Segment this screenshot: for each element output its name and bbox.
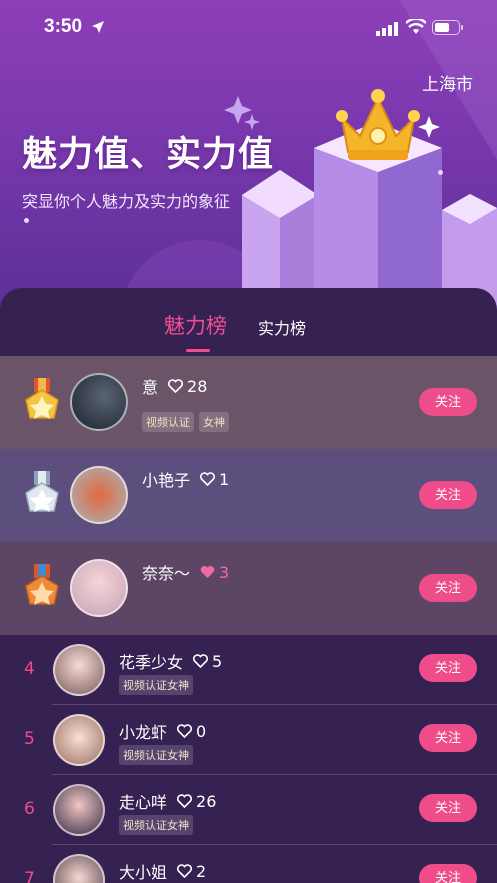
status-bar: 3:50	[0, 0, 497, 56]
verified-tag: 视频认证女神	[119, 675, 193, 695]
gold-medal-icon	[25, 378, 59, 419]
avatar[interactable]	[70, 373, 128, 431]
wifi-icon	[406, 19, 426, 34]
list-row-7[interactable]: 7 大小姐 2 关注	[0, 845, 497, 883]
verified-tag: 视频认证	[142, 412, 194, 432]
decor-dot	[24, 218, 29, 223]
heart-icon	[177, 794, 193, 808]
tab-charm[interactable]: 魅力榜	[164, 310, 227, 340]
rank-number: 7	[24, 869, 35, 883]
rank-number: 4	[24, 659, 35, 679]
heart-count: 28	[187, 376, 208, 396]
top-row-1[interactable]: 意 28 视频认证 女神 关注	[0, 356, 497, 449]
tab-bar: 魅力榜 实力榜	[0, 288, 497, 356]
heart-count: 2	[196, 861, 207, 881]
rank-number: 5	[24, 729, 35, 749]
user-name: 大小姐	[119, 863, 168, 882]
follow-button[interactable]: 关注	[419, 794, 477, 822]
user-name: 奈奈～	[142, 564, 191, 583]
user-name: 花季少女	[119, 653, 184, 672]
list-row-6[interactable]: 6 走心咩 26 视频认证女神 关注	[0, 775, 497, 845]
top-row-3[interactable]: 奈奈～ 3 关注	[0, 542, 497, 635]
battery-icon	[432, 20, 463, 35]
heart-count: 1	[219, 469, 230, 489]
rank-number: 6	[24, 799, 35, 819]
crown-icon	[336, 89, 420, 160]
follow-button[interactable]: 关注	[419, 654, 477, 682]
user-name: 走心咩	[119, 793, 168, 812]
list-row-5[interactable]: 5 小龙虾 0 视频认证女神 关注	[0, 705, 497, 775]
page-headline: 魅力值、实力值	[22, 134, 275, 175]
heart-filled-icon	[200, 566, 215, 578]
heart-icon	[177, 724, 193, 738]
list-row-4[interactable]: 4 花季少女 5 视频认证女神 关注	[0, 635, 497, 705]
location-arrow-icon	[92, 21, 104, 33]
top-row-2[interactable]: 小艳子 1 关注	[0, 449, 497, 542]
heart-icon	[168, 379, 184, 393]
heart-count: 0	[196, 721, 207, 741]
verified-tag: 视频认证女神	[119, 745, 193, 765]
heart-count: 3	[219, 562, 230, 582]
avatar[interactable]	[53, 784, 105, 836]
avatar[interactable]	[53, 854, 105, 883]
tab-strength[interactable]: 实力榜	[258, 315, 306, 339]
follow-button[interactable]: 关注	[419, 724, 477, 752]
avatar[interactable]	[70, 466, 128, 524]
city-selector[interactable]: 上海市	[422, 70, 473, 95]
bronze-medal-icon	[25, 564, 59, 605]
avatar[interactable]	[70, 559, 128, 617]
follow-button[interactable]: 关注	[419, 574, 477, 602]
follow-button[interactable]: 关注	[419, 388, 477, 416]
tab-underline	[186, 349, 210, 352]
leaderboard-panel: 魅力榜 实力榜 意 28 视频认证 女神 关注 小艳子 1 关注 奈奈～ 3 关…	[0, 288, 497, 883]
heart-count: 5	[212, 651, 223, 671]
verified-tag: 视频认证女神	[119, 815, 193, 835]
user-name: 意	[142, 378, 159, 397]
heart-icon	[193, 654, 209, 668]
goddess-tag: 女神	[199, 412, 229, 432]
user-name: 小龙虾	[119, 723, 168, 742]
avatar[interactable]	[53, 644, 105, 696]
avatar[interactable]	[53, 714, 105, 766]
follow-button[interactable]: 关注	[419, 481, 477, 509]
signal-icon	[376, 22, 398, 36]
heart-count: 26	[196, 791, 217, 811]
follow-button[interactable]: 关注	[419, 864, 477, 883]
decor-dot	[438, 170, 443, 175]
status-time: 3:50	[44, 16, 83, 37]
heart-icon	[200, 472, 216, 486]
user-name: 小艳子	[142, 471, 191, 490]
silver-medal-icon	[25, 471, 59, 512]
page-subline: 突显你个人魅力及实力的象征	[22, 192, 231, 211]
heart-icon	[177, 864, 193, 878]
